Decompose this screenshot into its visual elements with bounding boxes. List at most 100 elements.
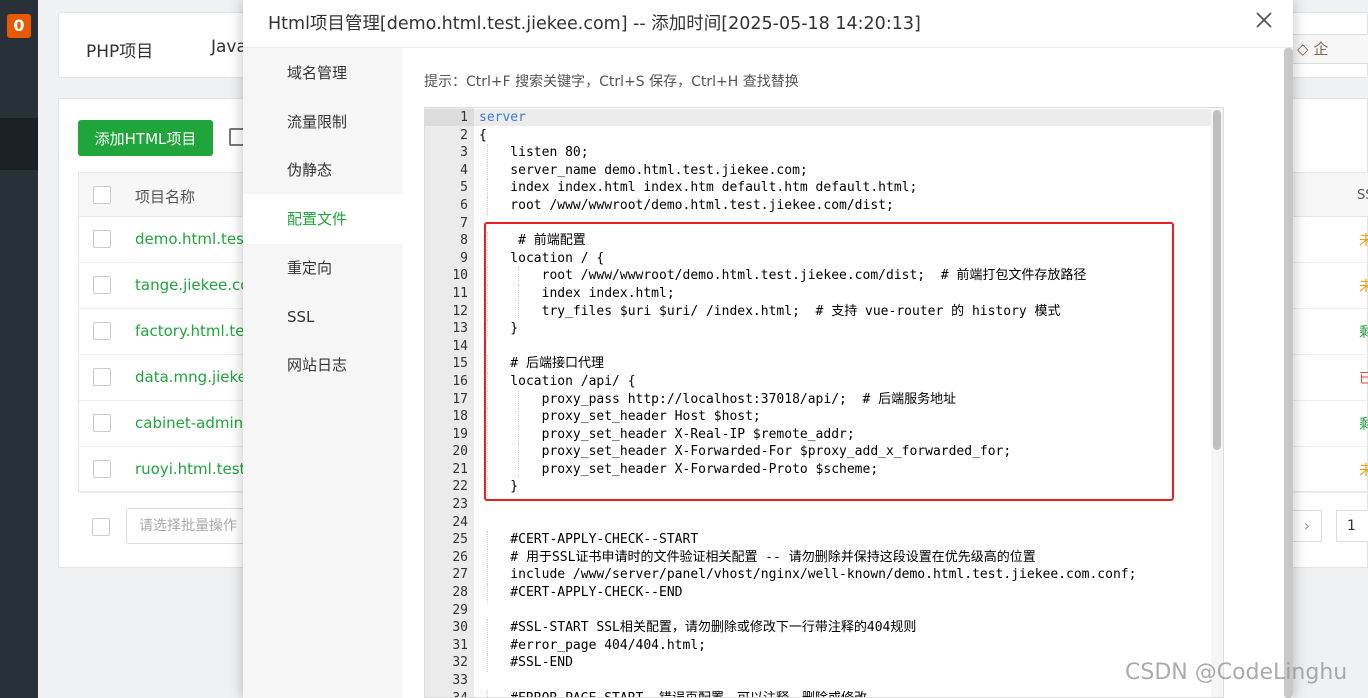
sidebar-item-site-log[interactable]: 网站日志	[243, 340, 403, 390]
editor-scrollbar[interactable]	[1211, 108, 1223, 697]
line-text: # 用于SSL证书申请时的文件验证相关配置 -- 请勿删除并保持这段设置在优先级…	[479, 549, 1036, 565]
column-ssl: SS	[1357, 188, 1368, 203]
code-line[interactable]: 3 listen 80;	[425, 144, 1215, 162]
sidebar-item-ssl[interactable]: SSL	[243, 292, 403, 342]
ssl-status: 剩	[1359, 325, 1368, 341]
code-line[interactable]: 32 #SSL-END	[425, 654, 1215, 672]
project-name-link[interactable]: factory.html.tes	[135, 322, 252, 340]
code-line[interactable]: 6 root /www/wwwroot/demo.html.test.jieke…	[425, 196, 1215, 215]
line-text: server	[479, 110, 526, 125]
modal-scrollbar[interactable]	[1284, 48, 1293, 698]
line-text: #error_page 404/404.html;	[479, 637, 706, 653]
row-checkbox[interactable]	[93, 414, 111, 432]
line-number: 14	[452, 338, 468, 354]
line-text: listen 80;	[479, 145, 589, 161]
row-checkbox[interactable]	[93, 276, 111, 294]
ssl-status: 未	[1359, 463, 1368, 479]
modal-title: Html项目管理[demo.html.test.jiekee.com] -- 添…	[268, 14, 921, 34]
shortcut-hint: 提示：Ctrl+F 搜索关键字，Ctrl+S 保存，Ctrl+H 查找替换	[424, 74, 799, 90]
line-number: 24	[452, 514, 468, 530]
sidebar-item-config-file[interactable]: 配置文件	[243, 194, 403, 244]
vip-badge[interactable]: ◇ 企	[1288, 34, 1368, 64]
code-line[interactable]: 27 include /www/server/panel/vhost/nginx…	[425, 566, 1215, 585]
line-number: 26	[452, 549, 468, 565]
line-number: 18	[452, 409, 468, 425]
notification-badge[interactable]: 0	[7, 14, 31, 38]
line-number: 3	[460, 145, 468, 161]
sidebar-item-rewrite[interactable]: 伪静态	[243, 145, 403, 195]
line-number: 10	[452, 268, 468, 284]
project-name-link[interactable]: ruoyi.html.test.j	[135, 460, 254, 478]
line-number: 9	[460, 250, 468, 266]
tab-php[interactable]: PHP项目	[86, 37, 153, 62]
project-name-link[interactable]: demo.html.test	[135, 230, 250, 248]
line-number: 28	[452, 585, 468, 601]
code-line[interactable]: 26 # 用于SSL证书申请时的文件验证相关配置 -- 请勿删除并保持这段设置在…	[425, 548, 1215, 567]
code-line[interactable]: 1 server	[425, 109, 1215, 127]
row-checkbox[interactable]	[93, 368, 111, 386]
tab-java[interactable]: Java	[211, 37, 247, 57]
row-checkbox[interactable]	[93, 460, 111, 478]
select-all-checkbox[interactable]	[93, 186, 111, 204]
project-name-link[interactable]: cabinet-admin.t	[135, 414, 254, 432]
line-number: 7	[460, 215, 468, 231]
line-text: #CERT-APPLY-CHECK--START	[479, 532, 699, 548]
code-line[interactable]: 31 #error_page 404/404.html;	[425, 636, 1215, 655]
code-line[interactable]: 34 #ERROR-PAGE-START 错误页配置，可以注释、删除或修改	[425, 689, 1215, 697]
line-number: 21	[452, 461, 468, 477]
project-name-link[interactable]: data.mng.jieke	[135, 368, 247, 386]
line-number: 11	[452, 285, 468, 301]
line-number: 4	[460, 162, 468, 178]
code-line[interactable]: 24	[425, 514, 1215, 532]
code-line[interactable]: 2{	[425, 127, 1215, 145]
line-number: 29	[452, 602, 468, 618]
modal-scrollbar-thumb[interactable]	[1284, 48, 1293, 698]
column-project-name: 项目名称	[135, 188, 196, 206]
editor-scrollbar-thumb[interactable]	[1213, 110, 1221, 450]
line-number: 12	[452, 303, 468, 319]
line-number: 16	[452, 373, 468, 389]
line-number: 25	[452, 532, 468, 548]
add-html-project-button[interactable]: 添加HTML项目	[78, 120, 213, 156]
line-number: 8	[460, 233, 468, 249]
modal-header: Html项目管理[demo.html.test.jiekee.com] -- 添…	[243, 0, 1293, 48]
line-text: server_name demo.html.test.jiekee.com;	[479, 162, 808, 178]
line-number: 2	[460, 127, 468, 143]
line-number: 33	[452, 673, 468, 688]
close-icon[interactable]	[1253, 9, 1275, 31]
code-line[interactable]: 29	[425, 602, 1215, 620]
code-line[interactable]: 28 #CERT-APPLY-CHECK--END	[425, 584, 1215, 602]
code-line[interactable]: 33	[425, 672, 1215, 690]
line-number: 13	[452, 321, 468, 337]
row-checkbox[interactable]	[93, 230, 111, 248]
line-number: 19	[452, 426, 468, 442]
line-number: 22	[452, 479, 468, 495]
pager-next-button[interactable]: ›	[1292, 510, 1322, 542]
line-text: {	[479, 127, 487, 143]
sidebar-item-domain[interactable]: 域名管理	[243, 48, 403, 98]
project-name-link[interactable]: tange.jiekee.co	[135, 276, 249, 294]
row-checkbox[interactable]	[93, 322, 111, 340]
left-nav: 0	[0, 0, 38, 698]
line-number: 1	[460, 110, 468, 125]
line-number: 23	[452, 497, 468, 513]
watermark: CSDN @CodeLinghu	[1125, 660, 1348, 685]
line-number: 15	[452, 356, 468, 372]
line-text: root /www/wwwroot/demo.html.test.jiekee.…	[479, 197, 894, 213]
sidebar-item-traffic-limit[interactable]: 流量限制	[243, 97, 403, 147]
ssl-status: 未	[1359, 233, 1368, 249]
ssl-status: 剩	[1359, 417, 1368, 433]
code-line[interactable]: 25 #CERT-APPLY-CHECK--START	[425, 531, 1215, 549]
code-line[interactable]: 5 index index.html index.htm default.htm…	[425, 179, 1215, 197]
line-text: #SSL-END	[479, 655, 573, 671]
code-line[interactable]: 4 server_name demo.html.test.jiekee.com;	[425, 161, 1215, 180]
modal-sidebar: 域名管理 流量限制 伪静态 配置文件 重定向 SSL 网站日志	[243, 48, 403, 698]
footer-select-checkbox[interactable]	[92, 518, 110, 536]
line-number: 17	[452, 391, 468, 407]
sidebar-item-redirect[interactable]: 重定向	[243, 243, 403, 293]
left-nav-active-band	[0, 118, 38, 170]
code-line[interactable]: 30 #SSL-START SSL相关配置，请勿删除或修改下一行带注释的404规…	[425, 619, 1215, 637]
vip-label: 企	[1313, 40, 1329, 58]
pager-page-number[interactable]: 1	[1336, 510, 1368, 542]
ssl-status: 已	[1359, 371, 1368, 387]
